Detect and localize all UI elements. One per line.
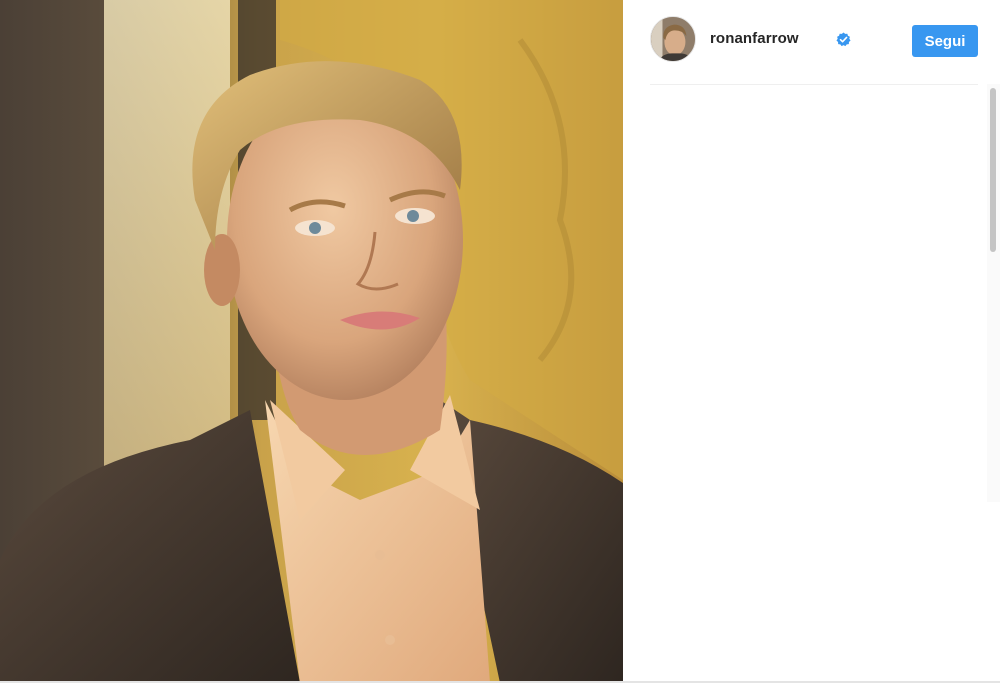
follow-button[interactable]: Segui xyxy=(912,25,978,57)
post-header: ronanfarrow Segui xyxy=(650,16,978,66)
portrait-photo xyxy=(0,0,623,683)
verified-badge-icon xyxy=(836,32,851,47)
header-divider xyxy=(650,84,978,85)
avatar-image xyxy=(651,17,695,61)
avatar[interactable] xyxy=(650,16,696,62)
post-side-panel: ronanfarrow Segui xyxy=(623,0,1000,683)
post-photo[interactable] xyxy=(0,0,623,683)
author-username[interactable]: ronanfarrow xyxy=(710,30,799,47)
comments-scrollbar[interactable] xyxy=(987,84,1000,502)
scrollbar-thumb[interactable] xyxy=(990,88,996,252)
